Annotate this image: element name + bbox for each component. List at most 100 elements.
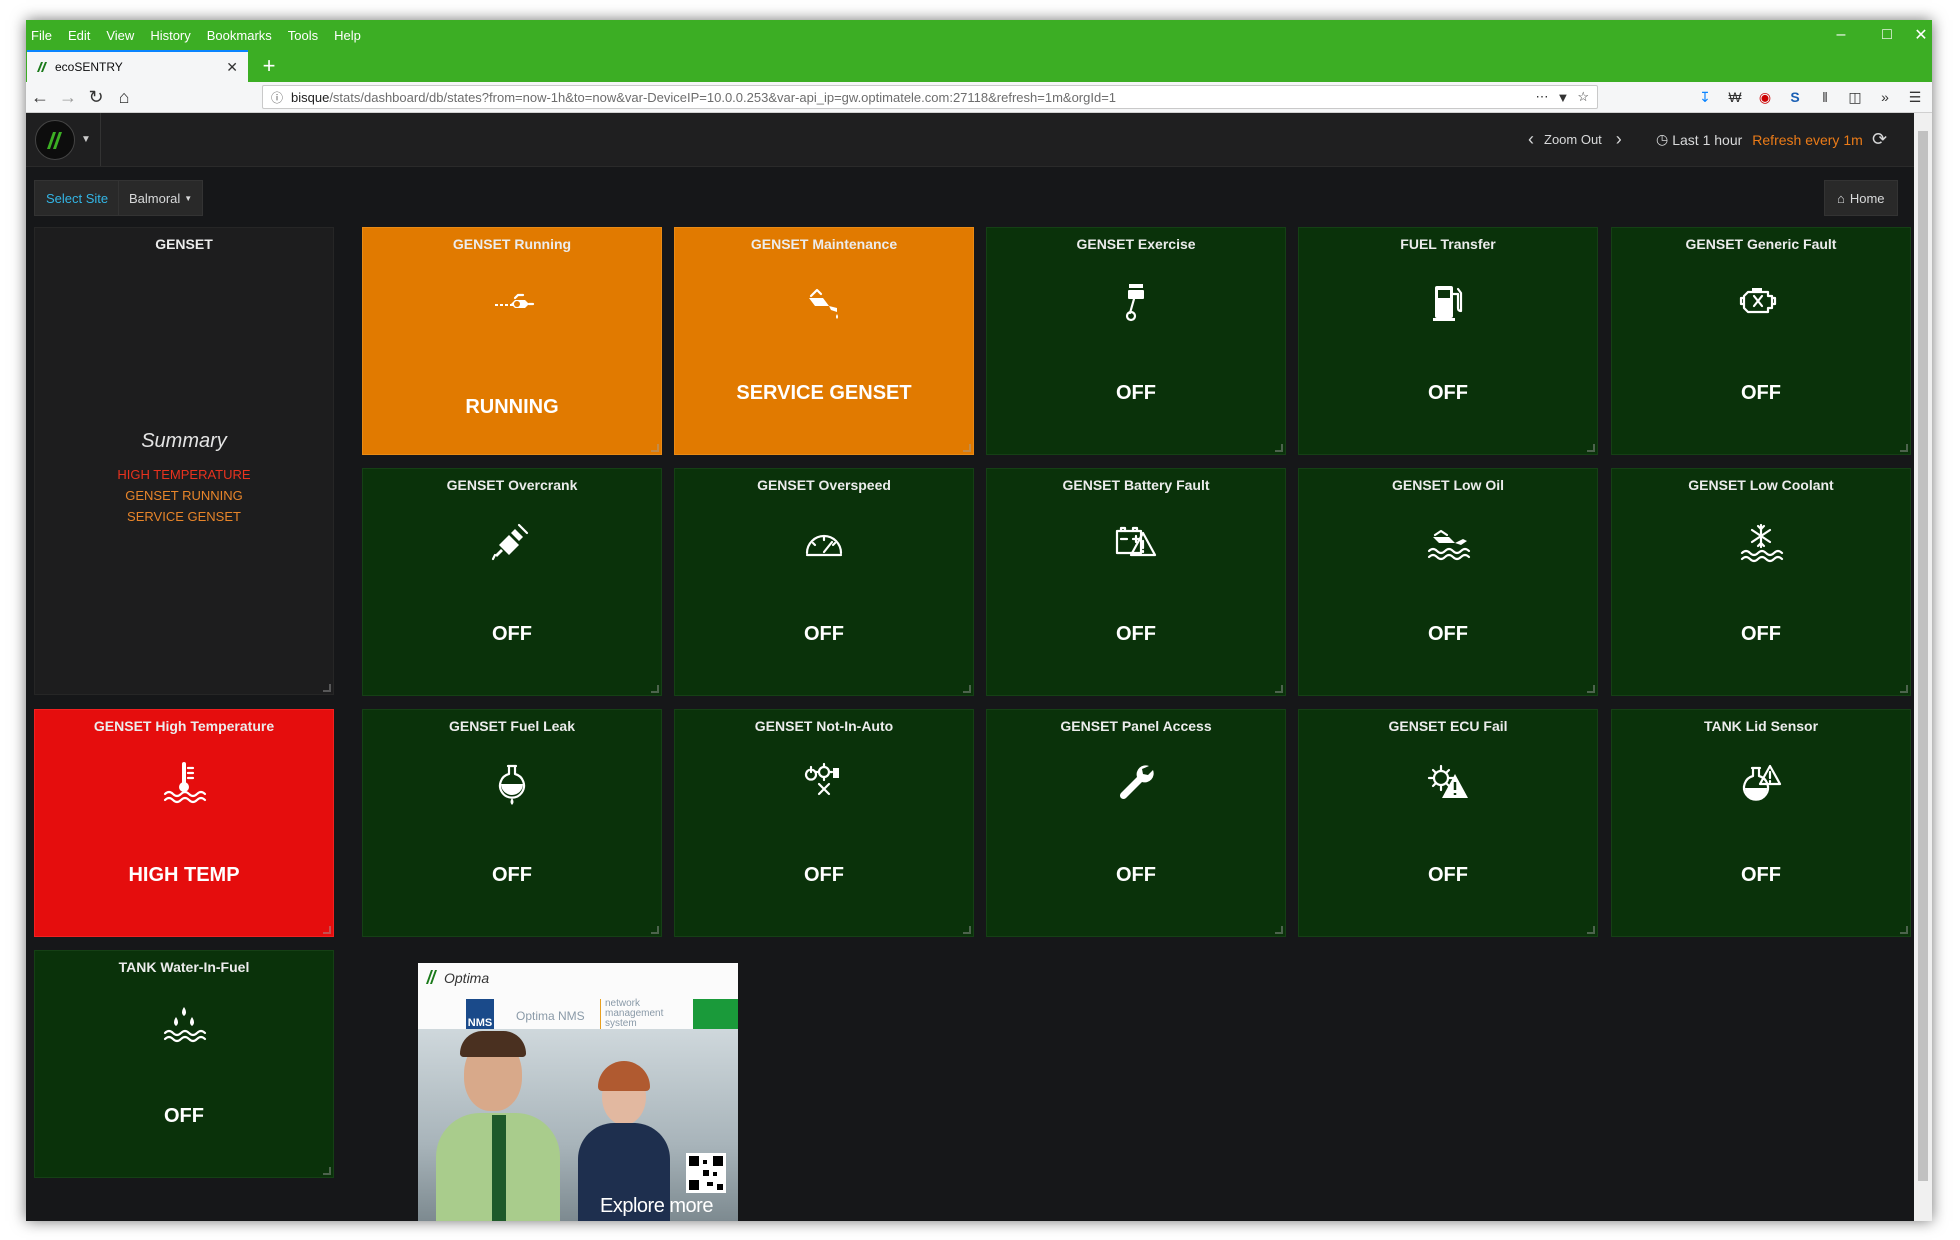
ecosentry-favicon-icon <box>37 62 47 72</box>
resize-handle[interactable] <box>651 444 659 452</box>
genset-generic-fault-panel[interactable]: GENSET Generic Fault OFF <box>1611 227 1911 455</box>
genset-exercise-panel[interactable]: GENSET Exercise OFF <box>986 227 1286 455</box>
extension-w-icon[interactable]: ₩ <box>1720 89 1750 105</box>
ad-cta[interactable]: Explore more <box>600 1195 713 1218</box>
tank-water-in-fuel-panel[interactable]: TANK Water-In-Fuel OFF <box>34 950 334 1178</box>
download-icon[interactable]: ↧ <box>1690 89 1720 106</box>
app-logo-button[interactable]: ▼ <box>26 113 101 166</box>
spark-plug-icon <box>363 519 661 565</box>
vertical-scrollbar[interactable] <box>1914 113 1932 1221</box>
site-dropdown[interactable]: Balmoral ▼ <box>118 180 204 216</box>
genset-overcrank-panel[interactable]: GENSET Overcrank OFF <box>362 468 662 696</box>
genset-running-panel[interactable]: GENSET Running RUNNING <box>362 227 662 455</box>
genset-maintenance-panel[interactable]: GENSET Maintenance SERVICE GENSET <box>674 227 974 455</box>
panel-status-value: OFF <box>1741 382 1781 404</box>
panel-status-value: OFF <box>1116 623 1156 645</box>
resize-handle[interactable] <box>651 685 659 693</box>
generator-icon <box>363 278 661 324</box>
resize-handle[interactable] <box>963 685 971 693</box>
maximize-button[interactable]: □ <box>1864 20 1910 50</box>
resize-handle[interactable] <box>1275 444 1283 452</box>
resize-handle[interactable] <box>323 684 331 692</box>
menu-help[interactable]: Help <box>334 28 361 43</box>
panel-title: GENSET Overcrank <box>446 477 578 493</box>
zoom-out-button[interactable]: ‹ Zoom Out › <box>1528 113 1622 166</box>
hamburger-menu-icon[interactable]: ☰ <box>1900 89 1930 106</box>
minimize-button[interactable]: – <box>1818 20 1864 50</box>
resize-handle[interactable] <box>1587 926 1595 934</box>
fuel-transfer-panel[interactable]: FUEL Transfer OFF <box>1298 227 1598 455</box>
close-window-button[interactable]: ✕ <box>1910 20 1932 50</box>
genset-high-temperature-panel[interactable]: GENSET High Temperature HIGH TEMP <box>34 709 334 937</box>
resize-handle[interactable] <box>1900 444 1908 452</box>
chevron-right-icon[interactable]: › <box>1616 129 1622 150</box>
panel-title: GENSET Low Oil <box>1391 477 1504 493</box>
panel-status-value: OFF <box>1116 864 1156 886</box>
site-info-icon[interactable]: ⓘ <box>267 89 287 106</box>
genset-fuel-leak-panel[interactable]: GENSET Fuel Leak OFF <box>362 709 662 937</box>
genset-low-coolant-panel[interactable]: GENSET Low Coolant OFF <box>1611 468 1911 696</box>
resize-handle[interactable] <box>1587 685 1595 693</box>
panel-status-value: RUNNING <box>465 396 559 418</box>
ad-tagline: network management system <box>600 999 681 1029</box>
genset-ecu-fail-panel[interactable]: GENSET ECU Fail OFF <box>1298 709 1598 937</box>
forward-button[interactable]: → <box>54 82 82 112</box>
url-bar[interactable]: ⓘ bisque/stats/dashboard/db/states?from=… <box>262 85 1598 109</box>
menu-history[interactable]: History <box>150 28 190 43</box>
resize-handle[interactable] <box>1275 685 1283 693</box>
menu-edit[interactable]: Edit <box>68 28 90 43</box>
scrollbar-thumb[interactable] <box>1918 131 1928 1181</box>
menu-view[interactable]: View <box>106 28 134 43</box>
genset-low-oil-panel[interactable]: GENSET Low Oil OFF <box>1298 468 1598 696</box>
time-picker[interactable]: ◷ Last 1 hour Refresh every 1m <box>1656 113 1863 166</box>
chevron-left-icon[interactable]: ‹ <box>1528 129 1534 150</box>
page-actions-icon[interactable]: ⋯ <box>1535 89 1548 105</box>
tank-lid-sensor-panel[interactable]: TANK Lid Sensor OFF <box>1611 709 1911 937</box>
url-text[interactable]: bisque/stats/dashboard/db/states?from=no… <box>291 90 1535 105</box>
resize-handle[interactable] <box>323 1167 331 1175</box>
resize-handle[interactable] <box>1900 926 1908 934</box>
panel-status-value: OFF <box>1741 864 1781 886</box>
dashboard-topnav: ▼ ‹ Zoom Out › ◷ Last 1 hour Refresh eve… <box>26 113 1914 167</box>
ublock-icon[interactable]: ◉ <box>1750 89 1780 106</box>
bookmark-star-icon[interactable]: ☆ <box>1577 89 1589 105</box>
resize-handle[interactable] <box>651 926 659 934</box>
resize-handle[interactable] <box>963 444 971 452</box>
panel-title: GENSET Not-In-Auto <box>754 718 894 734</box>
back-button[interactable]: ← <box>26 82 54 112</box>
summary-panel[interactable]: GENSET Summary HIGH TEMPERATURE GENSET R… <box>34 227 334 695</box>
nms-logo-icon: NMS <box>466 999 494 1029</box>
resize-handle[interactable] <box>1275 926 1283 934</box>
genset-panel-access-panel[interactable]: GENSET Panel Access OFF <box>986 709 1286 937</box>
genset-battery-fault-panel[interactable]: GENSET Battery Fault OFF <box>986 468 1286 696</box>
genset-overspeed-panel[interactable]: GENSET Overspeed OFF <box>674 468 974 696</box>
url-path: /stats/dashboard/db/states?from=now-1h&t… <box>329 89 1117 105</box>
overflow-chevron-icon[interactable]: » <box>1870 89 1900 105</box>
panel-title: GENSET Low Coolant <box>1688 477 1834 493</box>
sidebar-icon[interactable]: ◫ <box>1840 89 1870 106</box>
library-icon[interactable]: ‖ <box>1810 89 1840 105</box>
refresh-icon[interactable]: ⟳ <box>1872 113 1887 166</box>
new-tab-button[interactable]: + <box>254 50 284 82</box>
menu-file[interactable]: File <box>31 28 52 43</box>
resize-handle[interactable] <box>1587 444 1595 452</box>
optima-logo-icon <box>426 970 437 984</box>
resize-handle[interactable] <box>1900 685 1908 693</box>
resize-handle[interactable] <box>323 926 331 934</box>
home-button[interactable]: ⌂ Home <box>1824 180 1898 216</box>
home-icon[interactable]: ⌂ <box>110 82 138 112</box>
optima-nms-ad[interactable]: Optima NMS Optima NMS network management… <box>418 963 738 1221</box>
browser-window: File Edit View History Bookmarks Tools H… <box>26 20 1932 1221</box>
genset-not-in-auto-panel[interactable]: GENSET Not-In-Auto OFF <box>674 709 974 937</box>
menu-bookmarks[interactable]: Bookmarks <box>207 28 272 43</box>
menu-tools[interactable]: Tools <box>288 28 318 43</box>
reload-button[interactable]: ↻ <box>82 82 110 112</box>
panel-status-value: OFF <box>804 623 844 645</box>
extension-s-icon[interactable]: S <box>1780 89 1810 105</box>
pocket-icon[interactable]: ▼ <box>1556 90 1569 105</box>
resize-handle[interactable] <box>963 926 971 934</box>
tab-ecosentry[interactable]: ecoSENTRY ✕ <box>27 50 248 82</box>
flask-drop-icon <box>363 760 661 806</box>
panel-title: GENSET Running <box>452 236 572 252</box>
tab-close-icon[interactable]: ✕ <box>226 59 238 76</box>
